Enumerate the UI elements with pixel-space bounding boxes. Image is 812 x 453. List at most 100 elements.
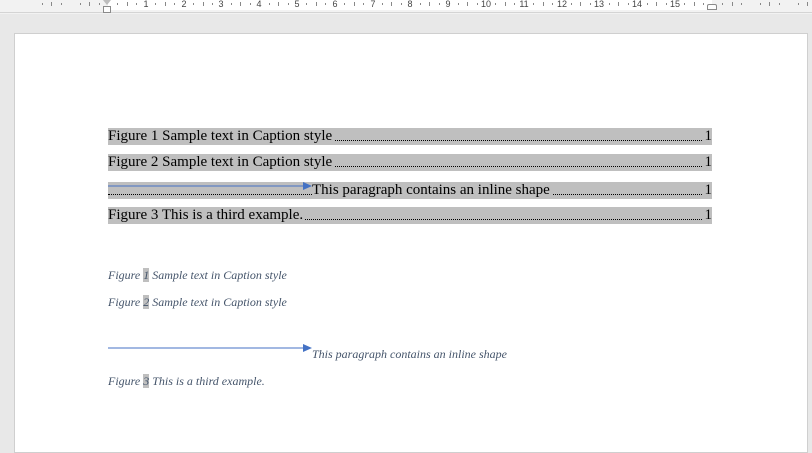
ruler-tick <box>647 3 648 5</box>
toc-page-number: 1 <box>702 128 712 145</box>
ruler-tick <box>155 3 156 5</box>
caption-text: Sample text in Caption style <box>149 268 287 282</box>
toc-page-number: 1 <box>702 154 712 171</box>
ruler-tick <box>354 2 355 6</box>
ruler-number: 1 <box>143 0 149 9</box>
ruler-number: 11 <box>519 0 529 9</box>
toc-entry-2[interactable]: Figure 2 Sample text in Caption style 1 <box>108 154 712 171</box>
ruler-tick <box>80 3 81 5</box>
ruler-tick <box>203 2 204 6</box>
ruler-tick <box>269 3 270 5</box>
ruler-tick <box>732 2 733 6</box>
ruler-tick <box>174 3 175 5</box>
ruler-tick <box>571 3 572 5</box>
ruler-tick <box>382 3 383 5</box>
toc-page-number: 1 <box>702 207 712 224</box>
ruler-number: 4 <box>256 0 262 9</box>
ruler-tick <box>722 3 723 5</box>
ruler-tick <box>127 2 128 6</box>
ruler-tick <box>495 3 496 5</box>
ruler-tick <box>798 3 799 5</box>
ruler-tick <box>694 2 695 6</box>
caption-prefix: Figure <box>108 295 144 309</box>
ruler-tick <box>779 3 780 5</box>
caption-prefix: Figure <box>108 268 144 282</box>
ruler-number: 7 <box>370 0 376 9</box>
ruler-tick <box>231 3 232 5</box>
toc-entry-4[interactable]: Figure 3 This is a third example. 1 <box>108 207 712 224</box>
ruler-tick <box>89 2 90 6</box>
caption-text: Sample text in Caption style <box>149 295 287 309</box>
ruler-tick <box>514 3 515 5</box>
ruler-tick <box>807 2 808 6</box>
ruler-divider <box>0 12 812 13</box>
horizontal-ruler[interactable]: 1 2 3 4 5 6 7 8 9 10 11 12 13 14 15 <box>0 0 812 14</box>
ruler-tick <box>666 3 667 5</box>
ruler-number: 14 <box>631 0 643 9</box>
ruler-tick <box>656 2 657 6</box>
ruler-tick <box>165 2 166 6</box>
ruler-tick <box>306 3 307 5</box>
right-indent-marker[interactable] <box>707 4 717 10</box>
ruler-tick <box>628 3 629 5</box>
ruler-tick <box>760 3 761 5</box>
left-indent-marker[interactable] <box>103 6 111 13</box>
ruler-tick <box>458 3 459 5</box>
right-arrow-icon[interactable] <box>108 343 312 353</box>
ruler-tick <box>51 2 52 6</box>
ruler-tick <box>401 3 402 5</box>
ruler-number: 10 <box>480 0 492 9</box>
ruler-tick <box>117 3 118 5</box>
ruler-tick <box>278 2 279 6</box>
caption-prefix: Figure <box>108 374 144 388</box>
ruler-tick <box>505 2 506 6</box>
right-arrow-icon[interactable] <box>108 181 312 191</box>
ruler-number: 13 <box>593 0 605 9</box>
toc-entry-label: Figure 3 This is a third example. <box>108 207 306 224</box>
ruler-number: 12 <box>556 0 568 9</box>
ruler-tick <box>99 3 100 5</box>
ruler-number: 9 <box>445 0 451 9</box>
caption-text: This paragraph contains an inline shape <box>312 347 508 361</box>
ruler-tick <box>552 3 553 5</box>
ruler-tick <box>580 2 581 6</box>
document-page[interactable] <box>14 33 808 453</box>
ruler-tick <box>250 3 251 5</box>
ruler-number: 8 <box>407 0 413 9</box>
ruler-tick <box>741 3 742 5</box>
caption-3[interactable]: This paragraph contains an inline shape <box>312 347 507 361</box>
ruler-tick <box>212 3 213 5</box>
ruler-tick <box>240 2 241 6</box>
caption-1[interactable]: Figure 1 Sample text in Caption style <box>108 268 287 282</box>
ruler-tick <box>316 2 317 6</box>
ruler-tick <box>477 3 478 5</box>
toc-entry-label: This paragraph contains an inline shape <box>312 182 552 199</box>
ruler-tick <box>439 3 440 5</box>
ruler-tick <box>391 2 392 6</box>
ruler-tick <box>42 3 43 5</box>
ruler-tick <box>420 3 421 5</box>
ruler-tick <box>325 3 326 5</box>
ruler-tick <box>609 3 610 5</box>
toc-entry-1[interactable]: Figure 1 Sample text in Caption style 1 <box>108 128 712 145</box>
ruler-tick <box>467 2 468 6</box>
ruler-tick <box>429 2 430 6</box>
ruler-tick <box>590 3 591 5</box>
caption-4[interactable]: Figure 3 This is a third example. <box>108 374 265 388</box>
ruler-tick <box>533 3 534 5</box>
toc-page-number: 1 <box>702 182 712 199</box>
ruler-tick <box>136 3 137 5</box>
ruler-tick <box>61 3 62 5</box>
ruler-tick <box>618 2 619 6</box>
ruler-tick <box>288 3 289 5</box>
ruler-tick <box>684 3 685 5</box>
ruler-number: 2 <box>181 0 187 9</box>
first-line-indent-marker[interactable] <box>103 0 111 5</box>
ruler-tick <box>543 2 544 6</box>
ruler-tick <box>363 3 364 5</box>
ruler-number: 15 <box>669 0 681 9</box>
toc-entry-label: Figure 2 Sample text in Caption style <box>108 154 335 171</box>
caption-2[interactable]: Figure 2 Sample text in Caption style <box>108 295 287 309</box>
ruler-tick <box>344 3 345 5</box>
ruler-number: 5 <box>294 0 300 9</box>
